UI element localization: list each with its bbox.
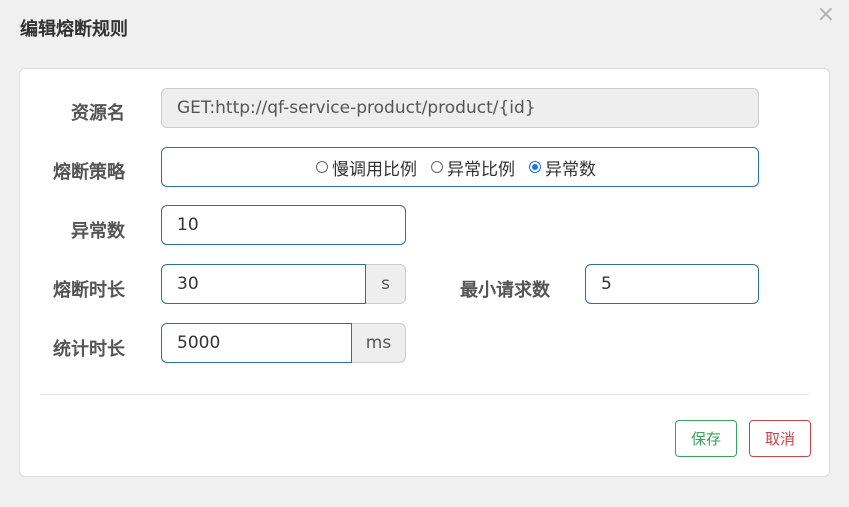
strategy-label: 熔断策略 (53, 162, 125, 183)
stat-interval-unit-addon: ms (352, 323, 406, 363)
form-panel: 资源名 GET:http://qf-service-product/produc… (19, 68, 830, 477)
min-requests-value: 5 (601, 274, 612, 294)
strategy-option-label: 异常数 (545, 159, 596, 180)
strategy-option-label: 异常比例 (447, 159, 515, 180)
resource-input: GET:http://qf-service-product/product/{i… (161, 88, 759, 128)
close-icon[interactable]: × (817, 4, 835, 26)
radio-unchecked-icon[interactable] (431, 161, 443, 173)
resource-label: 资源名 (71, 103, 125, 124)
stat-interval-input[interactable]: 5000 (161, 323, 352, 363)
min-requests-label: 最小请求数 (460, 280, 550, 301)
duration-unit-addon: s (366, 264, 406, 304)
cancel-button[interactable]: 取消 (749, 420, 811, 457)
save-button[interactable]: 保存 (675, 420, 737, 457)
duration-label: 熔断时长 (53, 280, 125, 301)
radio-checked-icon[interactable] (529, 161, 541, 173)
dialog-title: 编辑熔断规则 (20, 19, 128, 40)
duration-unit: s (381, 274, 390, 294)
form-divider (40, 394, 809, 395)
strategy-option-error-count[interactable]: 异常数 (529, 155, 596, 180)
strategy-option-error-ratio[interactable]: 异常比例 (431, 155, 515, 180)
stat-interval-unit: ms (365, 333, 392, 353)
stat-interval-label: 统计时长 (53, 339, 125, 360)
duration-input[interactable]: 30 (161, 264, 366, 304)
strategy-option-label: 慢调用比例 (332, 159, 417, 180)
strategy-radio-group: 慢调用比例 异常比例 异常数 (161, 147, 759, 187)
min-requests-input[interactable]: 5 (585, 264, 759, 304)
resource-value: GET:http://qf-service-product/product/{i… (177, 98, 536, 118)
strategy-option-slow-ratio[interactable]: 慢调用比例 (316, 155, 417, 180)
count-value: 10 (177, 215, 199, 235)
radio-unchecked-icon[interactable] (316, 161, 328, 173)
count-input[interactable]: 10 (161, 205, 406, 245)
stat-interval-value: 5000 (177, 333, 221, 353)
duration-value: 30 (177, 274, 199, 294)
count-label: 异常数 (71, 221, 125, 242)
